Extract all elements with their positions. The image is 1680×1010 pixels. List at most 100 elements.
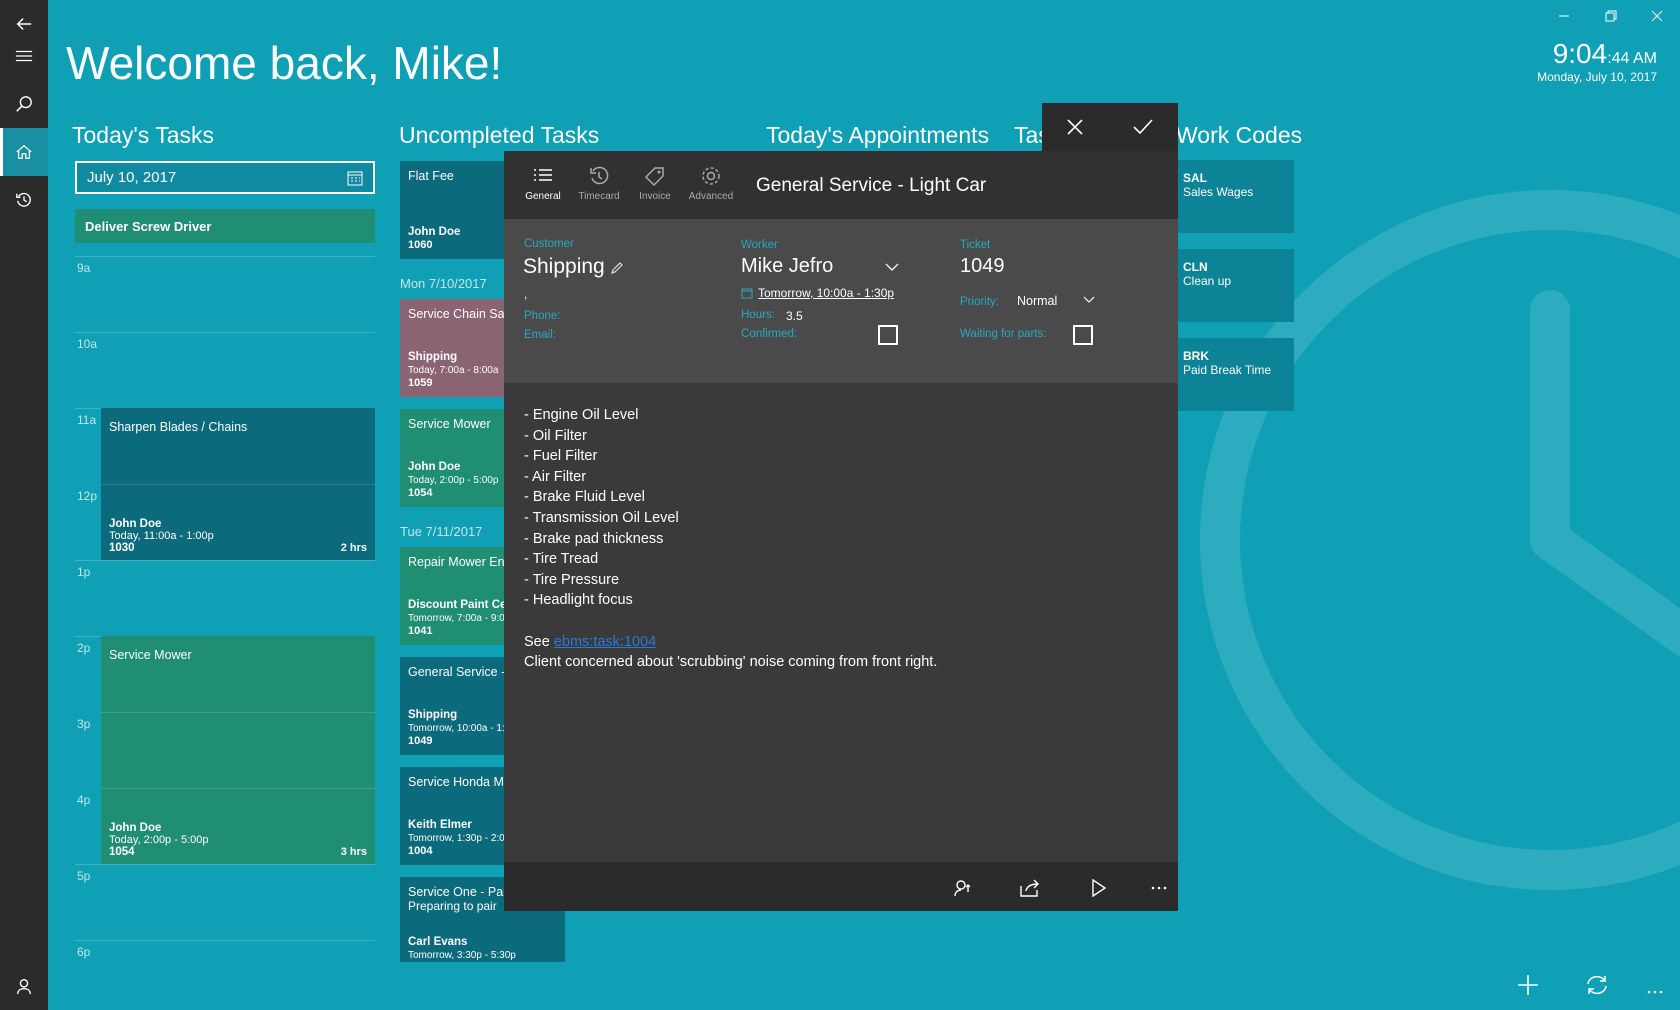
card-customer: Shipping: [408, 351, 458, 364]
person-icon[interactable]: [0, 962, 48, 1010]
card-customer: Carl Evans: [408, 936, 468, 949]
list-icon: [534, 169, 552, 181]
work-code-card[interactable]: CLN Clean up: [1176, 249, 1294, 322]
card-customer: Shipping: [408, 709, 458, 722]
hamburger-icon[interactable]: [0, 32, 48, 80]
play-icon[interactable]: [1084, 873, 1114, 903]
home-icon[interactable]: [0, 128, 48, 176]
work-code-name: Sales Wages: [1183, 185, 1254, 199]
tab-advanced[interactable]: Advanced: [686, 165, 736, 202]
calendar-icon: [347, 171, 363, 185]
worker-label: Worker: [741, 239, 778, 251]
card-customer: John Doe: [408, 225, 461, 238]
card-when: Tomorrow, 10:00a - 1:: [408, 722, 505, 734]
tab-label: Advanced: [688, 191, 734, 202]
work-code: SAL: [1183, 171, 1207, 185]
welcome-heading: Welcome back, Mike!: [66, 37, 503, 89]
clock: 9:04:44 AM Monday, July 10, 2017: [1537, 38, 1657, 84]
day-label: Mon 7/10/2017: [400, 276, 487, 291]
tab-timecard[interactable]: Timecard: [574, 165, 624, 202]
chevron-down-icon: [1083, 296, 1095, 303]
note-line: - Fuel Filter: [524, 448, 598, 465]
tab-invoice[interactable]: Invoice: [630, 165, 680, 202]
note-line: - Air Filter: [524, 468, 587, 485]
history-icon[interactable]: [0, 176, 48, 224]
hour-label: 9a: [77, 261, 91, 275]
hour-label: 12p: [77, 489, 98, 503]
work-codes-heading: Work Codes: [1176, 122, 1303, 148]
task-dialog: General Timecard Invoice Advanced Genera…: [504, 151, 1178, 911]
task-card[interactable]: Service Mower John Doe Today, 2:00p - 5:…: [101, 636, 375, 864]
dialog-footer: [504, 862, 1178, 911]
hour-label: 11a: [77, 413, 97, 427]
chevron-down-icon: [885, 263, 899, 271]
tag-icon: [644, 167, 664, 187]
uncompleted-tasks-heading: Uncompleted Tasks: [399, 122, 600, 148]
card-ticket: 1059: [408, 377, 433, 390]
search-icon[interactable]: [0, 80, 48, 128]
clock-date: Monday, July 10, 2017: [1537, 70, 1657, 84]
work-code: BRK: [1183, 349, 1209, 363]
pinned-task[interactable]: Deliver Screw Driver: [75, 209, 375, 243]
hour-label: 1p: [77, 565, 91, 579]
task-when: Today, 2:00p - 5:00p: [109, 834, 209, 846]
schedule-link[interactable]: Tomorrow, 10:00a - 1:30p: [741, 286, 894, 300]
hour-label: 10a: [77, 337, 98, 351]
task-link[interactable]: ebms:task:1004: [554, 634, 656, 650]
hour-label: 3p: [77, 717, 91, 731]
hour-line: [75, 940, 375, 941]
task-card[interactable]: Sharpen Blades / Chains John Doe Today, …: [101, 408, 375, 560]
worker-dropdown[interactable]: Mike Jefro: [741, 255, 899, 283]
app-bar-more-icon[interactable]: [1646, 982, 1664, 1000]
concern-note: Client concerned about 'scrubbing' noise…: [524, 654, 938, 671]
date-picker[interactable]: July 10, 2017: [75, 161, 375, 194]
card-when: Tomorrow, 7:00a - 9:0: [408, 612, 505, 624]
hours-value: 3.5: [786, 309, 803, 323]
close-icon[interactable]: [1062, 114, 1088, 140]
card-customer: Keith Elmer: [408, 819, 472, 832]
assign-person-icon[interactable]: [948, 873, 978, 903]
note-line: - Oil Filter: [524, 427, 587, 444]
confirmed-label: Confirmed:: [741, 328, 798, 340]
card-when: Tomorrow, 3:30p - 5:30p: [408, 949, 516, 961]
waiting-checkbox[interactable]: [1073, 325, 1093, 345]
work-code-card[interactable]: BRK Paid Break Time: [1176, 338, 1294, 411]
hour-line: [75, 560, 375, 561]
note-line: - Tire Tread: [524, 551, 599, 568]
note-line: - Transmission Oil Level: [524, 509, 679, 526]
priority-dropdown[interactable]: Normal: [1017, 292, 1095, 312]
confirmed-checkbox[interactable]: [878, 325, 898, 345]
task-customer: John Doe: [109, 822, 162, 834]
customer-label: Customer: [524, 238, 574, 250]
checkmark-icon[interactable]: [1130, 114, 1156, 140]
navigation-rail: [0, 0, 48, 1010]
work-code: CLN: [1183, 260, 1208, 274]
close-window-icon[interactable]: [1640, 6, 1674, 26]
work-code-card[interactable]: SAL Sales Wages: [1176, 160, 1294, 233]
tab-label: General: [525, 191, 561, 202]
notes-text[interactable]: - Engine Oil Level - Oil Filter - Fuel F…: [524, 405, 937, 673]
hour-label: 5p: [77, 869, 91, 883]
calendar-icon: [741, 288, 753, 299]
minimize-icon[interactable]: [1547, 6, 1581, 26]
note-line: - Brake pad thickness: [524, 530, 664, 547]
task-title: Sharpen Blades / Chains: [109, 420, 248, 434]
task-when: Today, 11:00a - 1:00p: [109, 530, 214, 542]
day-label: Tue 7/11/2017: [400, 524, 483, 539]
card-when: Today, 7:00a - 8:00a: [408, 364, 499, 376]
tab-general[interactable]: General: [518, 165, 568, 202]
dialog-title: General Service - Light Car: [756, 175, 987, 196]
sync-icon[interactable]: [1585, 974, 1609, 1001]
ticket-label: Ticket: [960, 239, 991, 251]
hour-line: [75, 256, 375, 257]
edit-pencil-icon[interactable]: [610, 261, 624, 280]
restore-icon[interactable]: [1594, 6, 1628, 26]
task-duration: 3 hrs: [340, 846, 367, 858]
share-icon[interactable]: [1015, 873, 1045, 903]
more-options-icon[interactable]: [1144, 873, 1174, 903]
work-code-name: Paid Break Time: [1183, 363, 1272, 377]
ticket-value: 1049: [960, 255, 1005, 277]
add-icon[interactable]: [1517, 974, 1539, 1001]
note-line: - Engine Oil Level: [524, 407, 639, 423]
hours-label: Hours:: [741, 309, 775, 321]
